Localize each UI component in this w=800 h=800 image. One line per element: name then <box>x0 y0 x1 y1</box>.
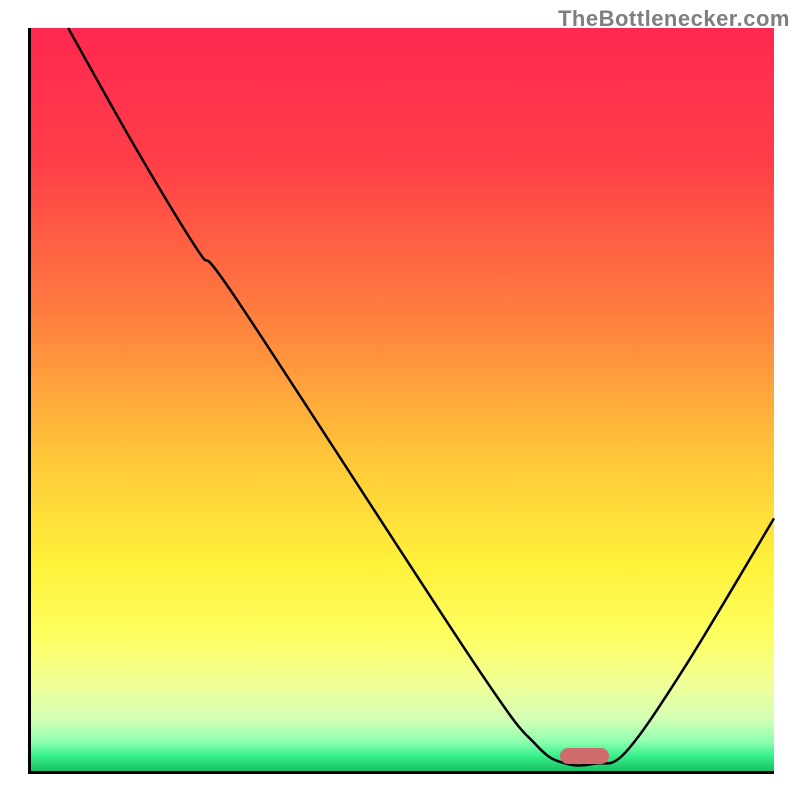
bottleneck-curve <box>31 28 774 771</box>
plot-area <box>28 28 774 774</box>
optimal-marker <box>560 748 608 764</box>
